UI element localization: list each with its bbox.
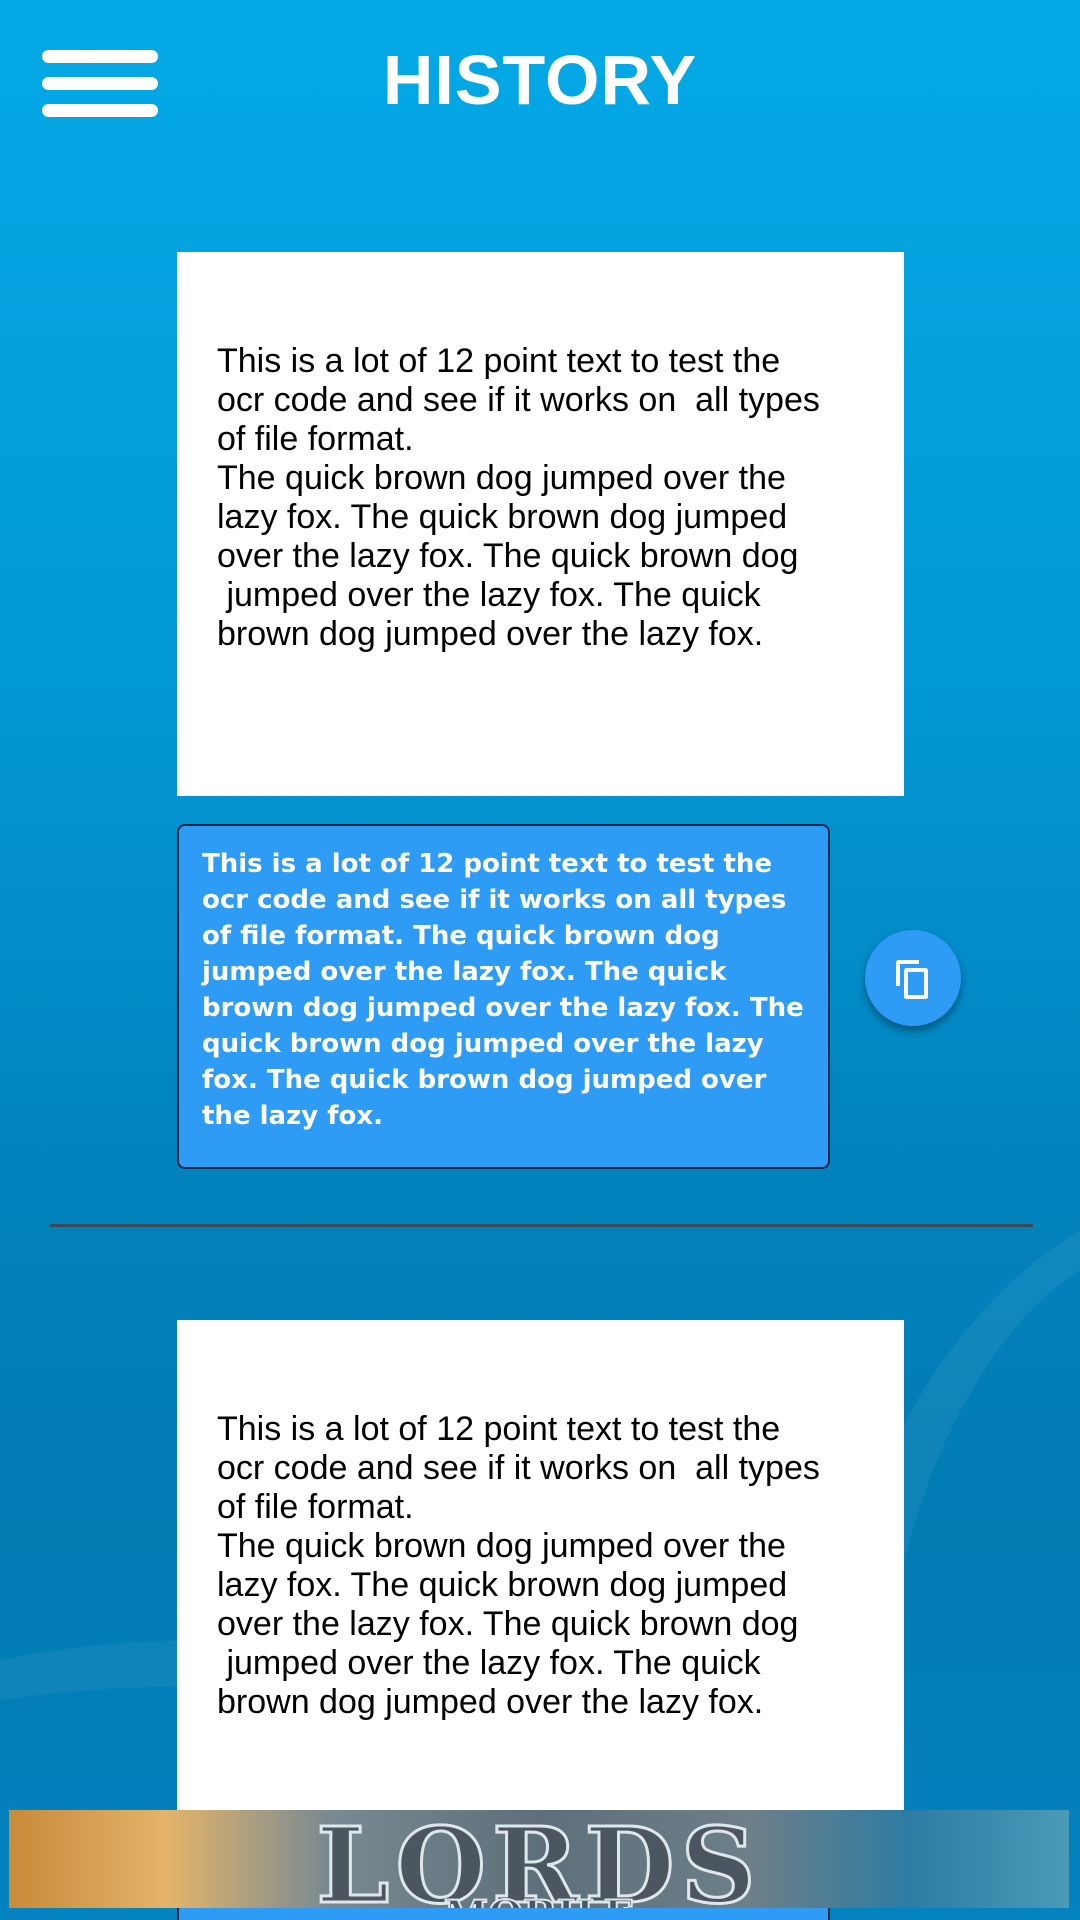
scan-text-line: ocr code and see if it works on all type… (217, 1449, 820, 1487)
ad-banner[interactable]: LORDS MOBILE (9, 1810, 1069, 1908)
scan-text-line: brown dog jumped over the lazy fox. (217, 1683, 764, 1721)
scan-text-line: jumped over the lazy fox. The quick (217, 576, 761, 614)
result-text-line: jumped over the lazy fox. The quick (202, 957, 727, 987)
scan-text-line: of file format. (217, 1488, 414, 1526)
scan-text-line: jumped over the lazy fox. The quick (217, 1644, 761, 1682)
scan-text-line: brown dog jumped over the lazy fox. (217, 615, 764, 653)
result-text-line: fox. The quick brown dog jumped over (202, 1065, 767, 1095)
history-divider (50, 1224, 1033, 1227)
copy-button[interactable] (865, 930, 961, 1026)
result-text-line: brown dog jumped over the lazy fox. The (202, 993, 804, 1023)
scan-text-line: This is a lot of 12 point text to test t… (217, 342, 781, 380)
ad-banner-subtitle: MOBILE (9, 1891, 1069, 1908)
scan-text-line: over the lazy fox. The quick brown dog (217, 1605, 799, 1643)
scan-text-line: over the lazy fox. The quick brown dog (217, 537, 799, 575)
copy-icon (896, 960, 928, 999)
result-text-line: of file format. The quick brown dog (202, 921, 720, 951)
app-header: HISTORY (0, 0, 1080, 170)
scan-text-line: of file format. (217, 420, 414, 458)
scan-text-line: lazy fox. The quick brown dog jumped (217, 1566, 788, 1604)
scan-text-line: ocr code and see if it works on all type… (217, 381, 820, 419)
ocr-result-text[interactable]: This is a lot of 12 point text to test t… (177, 824, 830, 1169)
scan-text-line: lazy fox. The quick brown dog jumped (217, 498, 788, 536)
scan-text-line: This is a lot of 12 point text to test t… (217, 1410, 781, 1448)
result-text-line: This is a lot of 12 point text to test t… (202, 849, 773, 879)
page-title: HISTORY (382, 41, 698, 119)
scanned-document-image[interactable]: This is a lot of 12 point text to test t… (177, 252, 904, 796)
result-text-line: ocr code and see if it works on all type… (202, 885, 787, 915)
scanned-document-image[interactable]: This is a lot of 12 point text to test t… (177, 1320, 904, 1820)
scan-text-line: The quick brown dog jumped over the (217, 459, 786, 497)
scan-text-line: The quick brown dog jumped over the (217, 1527, 786, 1565)
result-text-line: the lazy fox. (202, 1101, 384, 1131)
result-text-line: quick brown dog jumped over the lazy (202, 1029, 764, 1059)
